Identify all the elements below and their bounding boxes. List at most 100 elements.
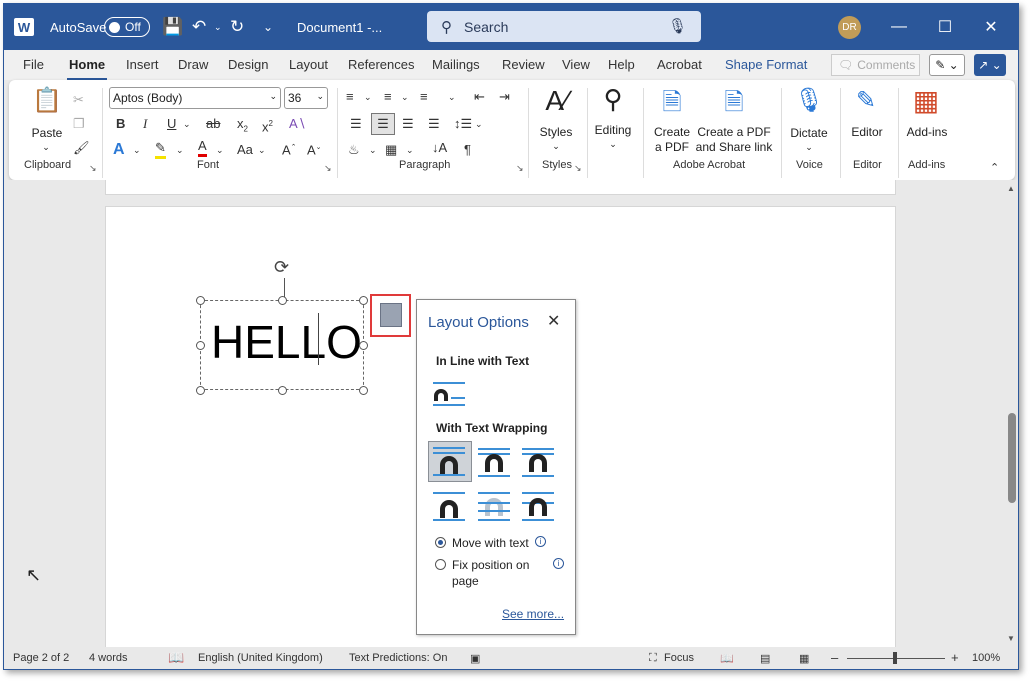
superscript-icon[interactable]: x2 (262, 116, 273, 135)
line-spacing-dropdown-icon[interactable]: ⌄ (475, 116, 483, 132)
tight-wrap-icon[interactable] (476, 444, 514, 480)
grow-font-icon[interactable]: A⌃ (282, 140, 297, 158)
font-name-combo[interactable]: Aptos (Body) ⌄ (109, 87, 281, 109)
create-pdf-line1[interactable]: Create (649, 125, 695, 140)
zoom-level[interactable]: 100% (972, 652, 1000, 664)
tab-view[interactable]: View (562, 57, 590, 72)
comments-button[interactable]: 🗨 Comments (831, 54, 920, 76)
customize-qat-icon[interactable]: ⌄ (263, 4, 273, 50)
addins-icon[interactable]: ▦ (911, 87, 941, 115)
move-with-text-label[interactable]: Move with text (452, 535, 529, 551)
italic-icon[interactable]: I (143, 116, 147, 132)
autosave-toggle[interactable]: Off (104, 17, 150, 37)
save-icon[interactable]: 💾 (162, 4, 183, 50)
search-box[interactable]: ⚲ Search 🎙 (427, 11, 701, 42)
close-icon[interactable]: ✕ (547, 311, 560, 331)
close-button[interactable]: ✕ (968, 4, 1014, 50)
redo-icon[interactable]: ↻ (230, 4, 244, 50)
web-layout-icon[interactable]: ▦ (799, 652, 809, 665)
tab-insert[interactable]: Insert (126, 57, 159, 72)
font-color-dropdown-icon[interactable]: ⌄ (216, 142, 224, 158)
shrink-font-icon[interactable]: A⌄ (307, 140, 322, 158)
fix-position-label-line1[interactable]: Fix position on (452, 557, 529, 573)
minimize-button[interactable]: — (876, 4, 922, 50)
focus-label[interactable]: Focus (664, 652, 694, 664)
copy-icon[interactable]: ❐ (73, 116, 85, 132)
editing-dropdown-icon[interactable]: ⌄ (603, 137, 623, 152)
justify-icon[interactable]: ☰ (428, 116, 440, 132)
pdf-share-icon[interactable]: 🗎 (719, 90, 749, 116)
multilevel-dropdown-icon[interactable]: ⌄ (448, 89, 456, 105)
tab-design[interactable]: Design (228, 57, 268, 72)
tab-help[interactable]: Help (608, 57, 635, 72)
borders-icon[interactable]: ▦ (385, 142, 397, 158)
align-right-icon[interactable]: ☰ (402, 116, 414, 132)
align-left-icon[interactable]: ☰ (350, 116, 362, 132)
resize-handle[interactable] (278, 386, 287, 395)
clipboard-launcher-icon[interactable]: ↘ (89, 163, 97, 174)
vertical-scrollbar[interactable]: ▲ ▼ (1004, 180, 1018, 647)
paste-dropdown-icon[interactable]: ⌄ (36, 140, 56, 155)
paste-button[interactable]: Paste (27, 126, 67, 141)
through-wrap-icon[interactable] (520, 444, 558, 480)
behind-text-icon[interactable] (476, 488, 514, 524)
zoom-in-icon[interactable]: + (951, 650, 959, 665)
tab-references[interactable]: References (348, 57, 414, 72)
tab-draw[interactable]: Draw (178, 57, 208, 72)
decrease-indent-icon[interactable]: ⇤ (474, 89, 485, 105)
resize-handle[interactable] (196, 341, 205, 350)
collapse-ribbon-icon[interactable]: ⌃ (990, 160, 999, 176)
zoom-out-icon[interactable]: – (831, 650, 838, 665)
font-launcher-icon[interactable]: ↘ (324, 163, 332, 174)
font-color-icon[interactable]: A (198, 138, 207, 157)
bullets-dropdown-icon[interactable]: ⌄ (364, 89, 372, 105)
editing-mode-button[interactable]: ✎ ⌄ (929, 54, 965, 76)
language[interactable]: English (United Kingdom) (198, 652, 323, 664)
move-with-text-radio[interactable] (435, 537, 446, 548)
resize-handle[interactable] (278, 296, 287, 305)
styles-icon[interactable]: A∕ (539, 87, 575, 115)
tab-layout[interactable]: Layout (289, 57, 328, 72)
microphone-icon[interactable]: 🎙 (668, 17, 687, 35)
proofing-icon[interactable]: 📖 (168, 650, 184, 666)
shading-icon[interactable]: ♨ (348, 142, 360, 158)
top-and-bottom-wrap-icon[interactable] (431, 488, 469, 524)
text-predictions[interactable]: Text Predictions: On (349, 652, 447, 664)
fix-position-radio[interactable] (435, 559, 446, 570)
create-share-line2[interactable]: and Share link (692, 140, 776, 155)
print-layout-icon[interactable]: ▤ (760, 652, 770, 665)
word-count[interactable]: 4 words (89, 652, 128, 664)
dictate-button[interactable]: Dictate (787, 126, 831, 141)
undo-dropdown-icon[interactable]: ⌄ (214, 4, 222, 50)
paste-icon[interactable]: 📋 (31, 88, 63, 114)
numbering-dropdown-icon[interactable]: ⌄ (401, 89, 409, 105)
borders-dropdown-icon[interactable]: ⌄ (406, 142, 414, 158)
addins-button[interactable]: Add-ins (904, 125, 950, 140)
resize-handle[interactable] (196, 296, 205, 305)
change-case-icon[interactable]: Aa (237, 142, 253, 158)
tab-shape-format[interactable]: Shape Format (725, 57, 807, 72)
fix-position-label-line2[interactable]: page (452, 573, 479, 589)
info-icon[interactable]: i (535, 536, 546, 547)
align-center-icon[interactable]: ☰ (371, 113, 395, 135)
scrollbar-thumb[interactable] (1008, 413, 1016, 503)
tab-file[interactable]: File (23, 57, 44, 72)
create-share-line1[interactable]: Create a PDF (695, 125, 773, 140)
read-mode-icon[interactable]: 📖 (720, 652, 734, 665)
strikethrough-icon[interactable]: ab (206, 116, 220, 132)
square-wrap-icon[interactable] (428, 441, 472, 482)
font-size-combo[interactable]: 36 ⌄ (284, 87, 328, 109)
info-icon[interactable]: i (553, 558, 564, 569)
underline-dropdown-icon[interactable]: ⌄ (183, 116, 191, 132)
document-title[interactable]: Document1 -... (297, 4, 382, 50)
resize-handle[interactable] (359, 386, 368, 395)
scroll-down-icon[interactable]: ▼ (1007, 634, 1015, 643)
editing-button[interactable]: Editing (590, 123, 636, 138)
text-box[interactable]: HELLO (200, 300, 364, 390)
line-spacing-icon[interactable]: ↕☰ (454, 116, 472, 132)
share-button[interactable]: ↗ ⌄ (974, 54, 1006, 76)
microphone-icon[interactable]: 🎙 (794, 88, 824, 114)
increase-indent-icon[interactable]: ⇥ (499, 89, 510, 105)
format-painter-icon[interactable]: 🖌 (73, 140, 90, 156)
tab-mailings[interactable]: Mailings (432, 57, 480, 72)
